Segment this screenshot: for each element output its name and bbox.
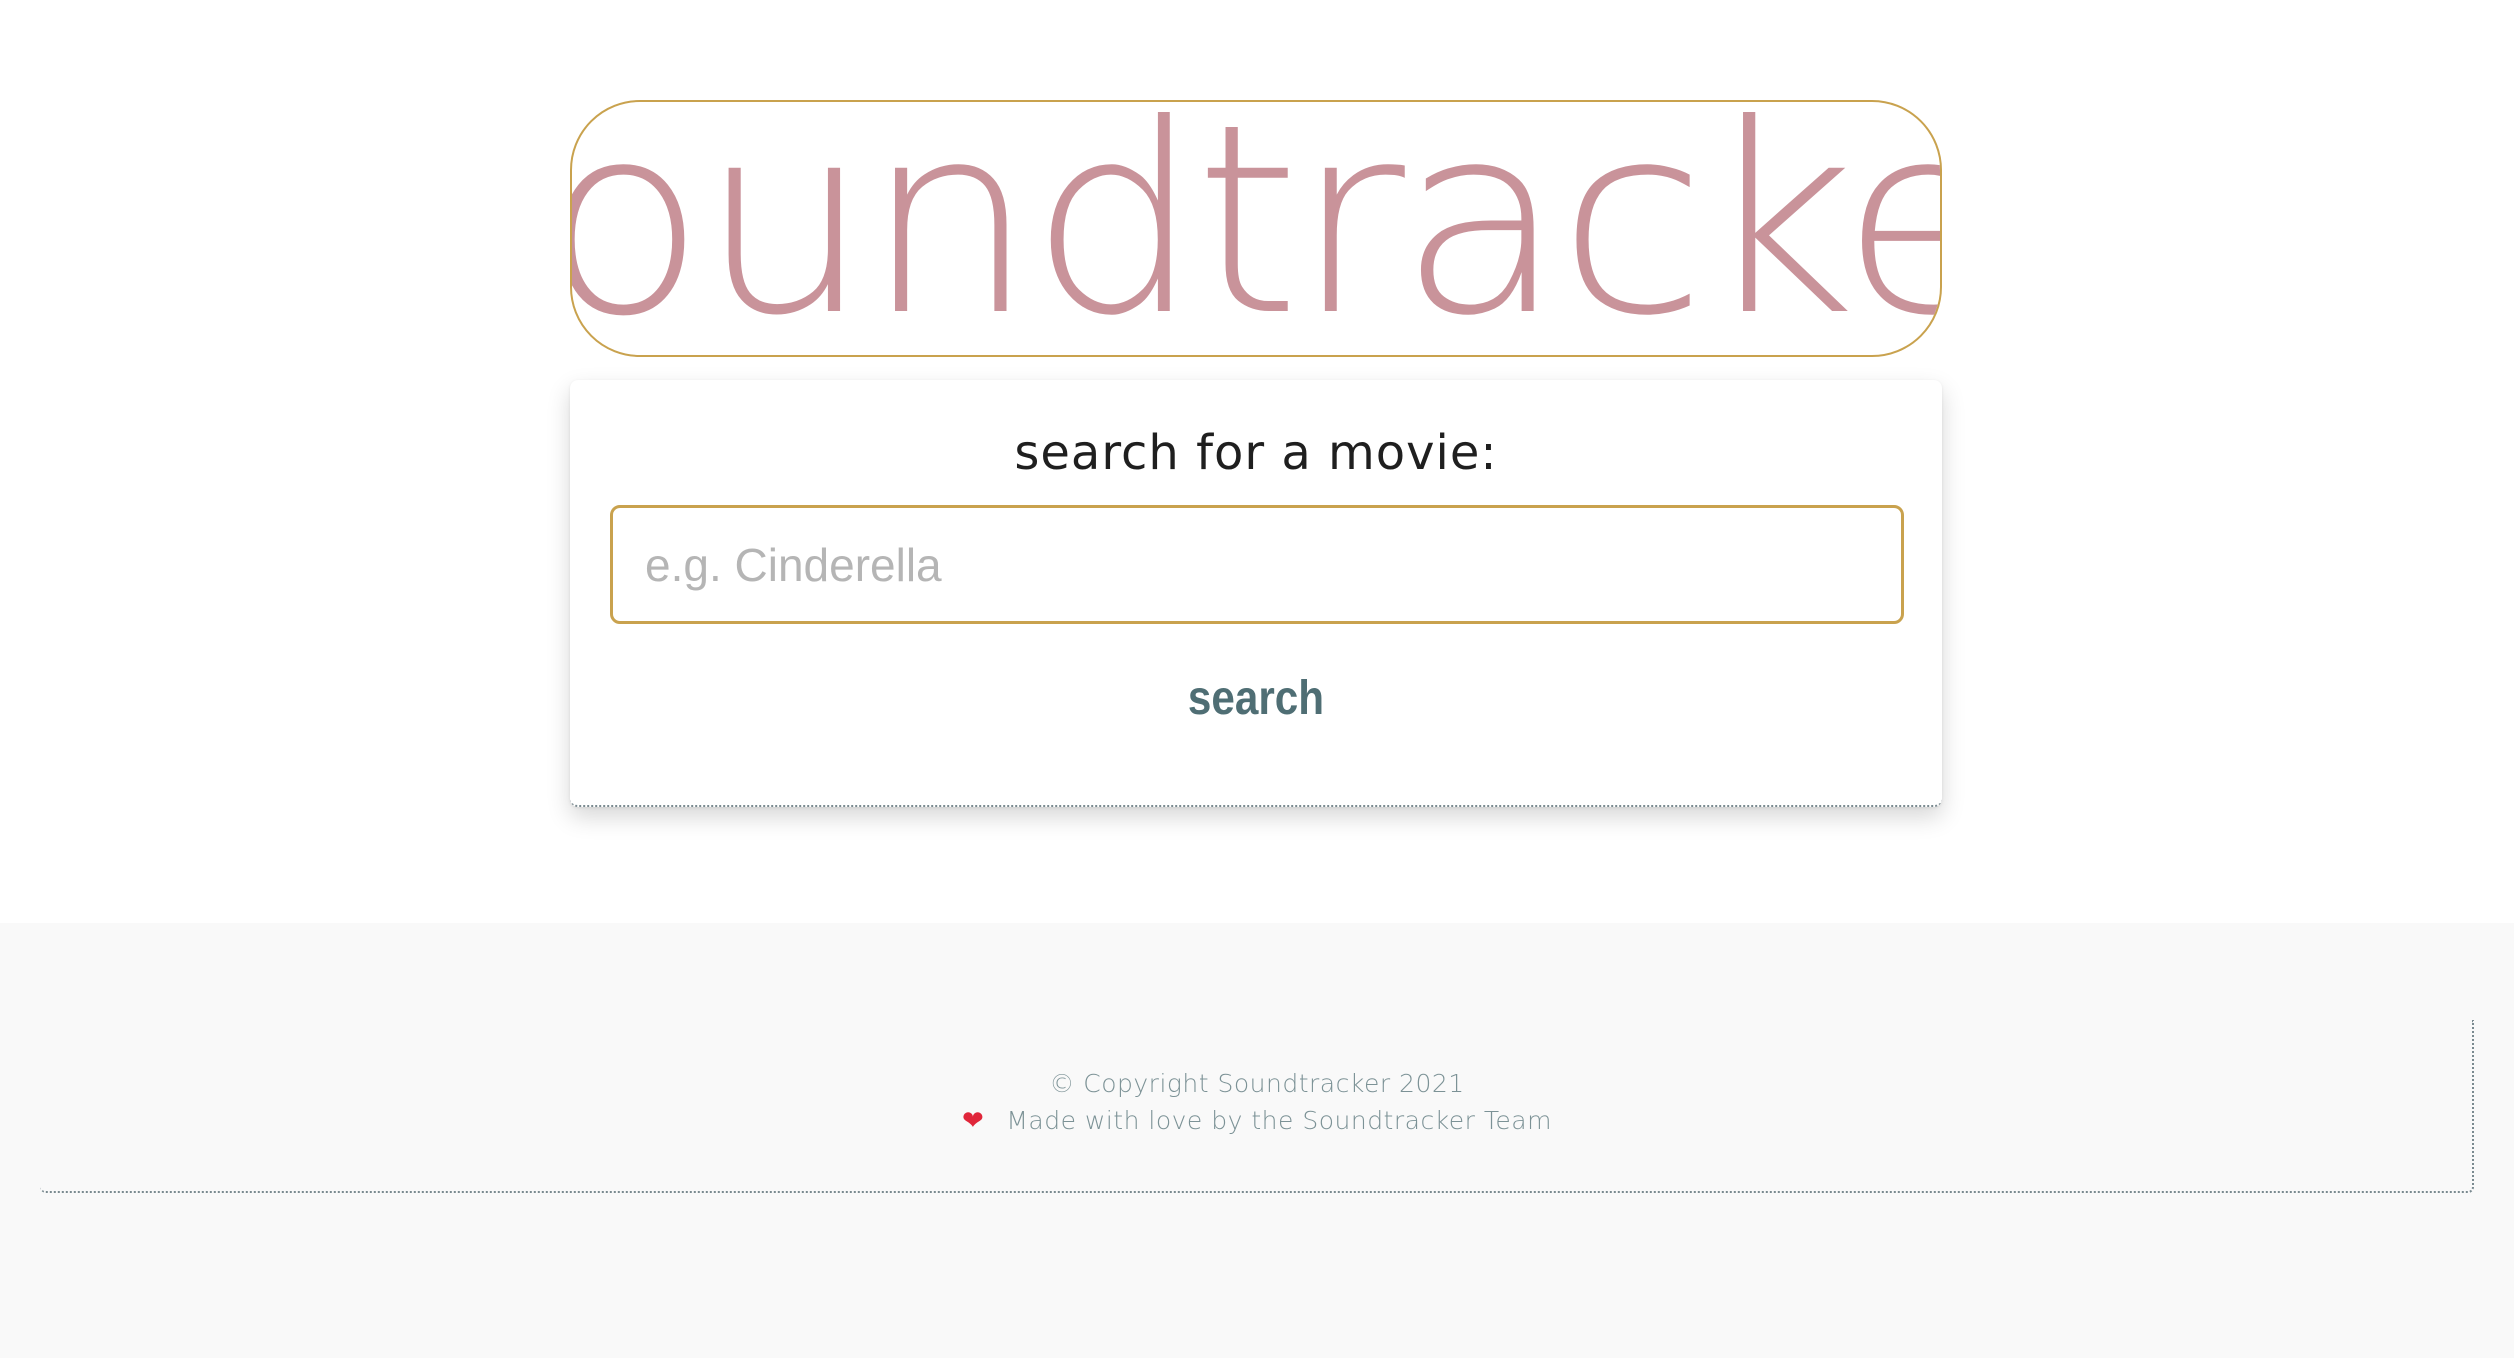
logo-text: soundtracker [570,100,1940,357]
footer: © Copyright Soundtracker 2021 ❤ Made with… [0,923,2514,1358]
search-heading: search for a movie: [1014,425,1498,481]
logo-banner: soundtracker [570,100,1942,357]
copyright-text: © Copyright Soundtracker 2021 [1049,1069,1465,1098]
made-with-love-line: ❤ Made with love by the Soundtracker Team [0,1106,2514,1136]
search-card: search for a movie: search [570,380,1942,807]
page: soundtracker search for a movie: search … [0,0,2514,1358]
heart-icon: ❤ [962,1106,985,1136]
search-button[interactable]: search [652,670,1859,727]
hero-section: soundtracker search for a movie: search [0,0,2514,923]
made-with-love-text: Made with love by the Soundtracker Team [1006,1106,1552,1135]
movie-search-input[interactable] [610,505,1904,624]
